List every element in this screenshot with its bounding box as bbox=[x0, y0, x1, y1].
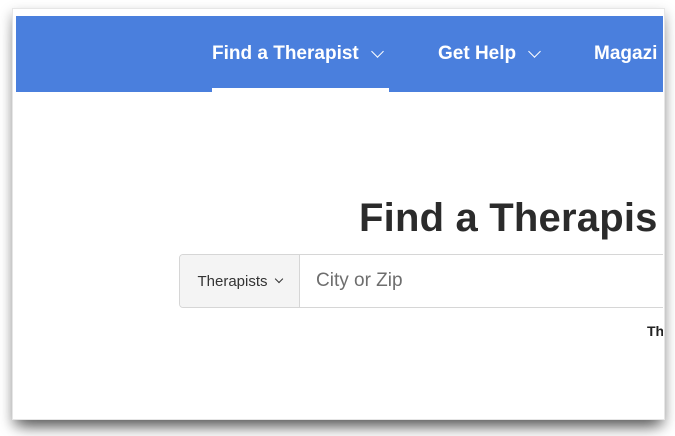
nav-get-help-label: Get Help bbox=[438, 43, 517, 64]
chevron-down-icon bbox=[528, 44, 541, 58]
nav-find-a-therapist[interactable]: Find a Therapist bbox=[212, 16, 389, 92]
truncated-text: Th bbox=[647, 323, 663, 339]
provider-type-select[interactable]: Therapists bbox=[180, 255, 300, 307]
page-title: Find a Therapis bbox=[359, 196, 658, 240]
chevron-down-icon bbox=[274, 274, 283, 284]
nav-find-a-therapist-label: Find a Therapist bbox=[212, 43, 359, 64]
nav-magazine-label: Magazi bbox=[594, 43, 658, 64]
top-navbar: Find a Therapist Get Help Magazi bbox=[16, 16, 663, 92]
main-content: Find a Therapis Therapists Th bbox=[16, 92, 663, 408]
therapist-search-bar: Therapists bbox=[179, 254, 663, 308]
location-search-input[interactable] bbox=[300, 255, 663, 307]
chevron-down-icon bbox=[370, 44, 384, 58]
nav-get-help[interactable]: Get Help bbox=[438, 16, 541, 92]
provider-type-label: Therapists bbox=[197, 272, 268, 290]
nav-magazine[interactable]: Magazi bbox=[594, 16, 657, 92]
